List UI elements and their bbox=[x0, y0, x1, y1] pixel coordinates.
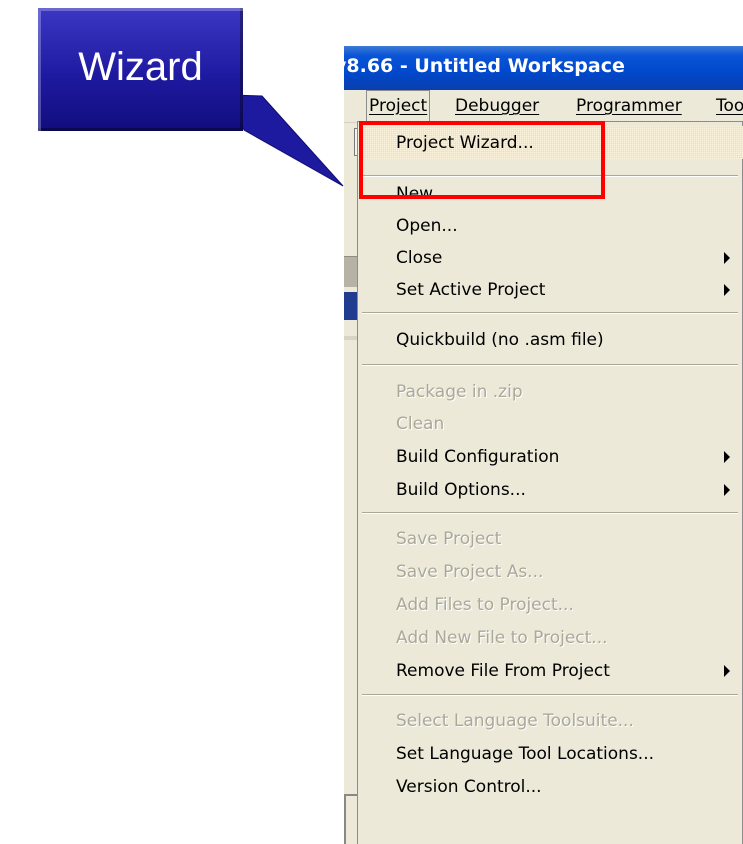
callout-text: Wizard bbox=[78, 45, 203, 89]
project-menu-dropdown: Project Wizard... New... Open... Close S… bbox=[357, 121, 743, 844]
background-divider bbox=[344, 336, 358, 340]
app-window: v8.66 - Untitled Workspace Project Debug… bbox=[344, 46, 743, 844]
menu-item-close[interactable]: Close bbox=[358, 241, 743, 274]
menu-item-label: Package in .zip bbox=[396, 381, 523, 402]
background-panel-edge bbox=[344, 256, 358, 287]
menu-item-open[interactable]: Open... bbox=[358, 209, 743, 242]
menu-item-set-language-tool-locations[interactable]: Set Language Tool Locations... bbox=[358, 737, 743, 770]
menu-item-set-active-project[interactable]: Set Active Project bbox=[358, 273, 743, 306]
menu-item-add-files-to-project[interactable]: Add Files to Project... bbox=[358, 588, 743, 621]
submenu-arrow-icon bbox=[724, 450, 730, 463]
menu-item-label: Quickbuild (no .asm file) bbox=[396, 329, 604, 350]
window-title: v8.66 - Untitled Workspace bbox=[344, 55, 625, 77]
menu-item-label: Open... bbox=[396, 215, 458, 236]
menu-item-label: Add New File to Project... bbox=[396, 627, 608, 648]
menu-item-label: New... bbox=[396, 183, 448, 204]
menu-item-add-new-file-to-project[interactable]: Add New File to Project... bbox=[358, 621, 743, 654]
wizard-callout: Wizard bbox=[38, 8, 243, 131]
menu-separator bbox=[362, 312, 738, 314]
menu-item-project-wizard[interactable]: Project Wizard... bbox=[358, 126, 743, 159]
submenu-arrow-icon bbox=[724, 251, 730, 264]
menu-separator bbox=[362, 364, 738, 366]
menu-item-quickbuild[interactable]: Quickbuild (no .asm file) bbox=[358, 323, 743, 356]
menu-item-label: Clean bbox=[396, 413, 445, 434]
menu-item-clean[interactable]: Clean bbox=[358, 407, 743, 440]
menu-item-build-configuration[interactable]: Build Configuration bbox=[358, 440, 743, 473]
menu-item-label: Version Control... bbox=[396, 776, 542, 797]
menu-debugger[interactable]: Debugger bbox=[455, 90, 539, 122]
menu-item-label: Close bbox=[396, 247, 443, 268]
menu-item-label: Set Language Tool Locations... bbox=[396, 743, 655, 764]
menu-item-label: Save Project bbox=[396, 528, 502, 549]
menu-item-remove-file-from-project[interactable]: Remove File From Project bbox=[358, 654, 743, 687]
submenu-arrow-icon bbox=[724, 283, 730, 296]
background-selection-edge bbox=[344, 292, 358, 320]
title-bar: v8.66 - Untitled Workspace bbox=[344, 46, 743, 91]
menu-tools[interactable]: Tools bbox=[716, 90, 743, 122]
menu-item-label: Remove File From Project bbox=[396, 660, 610, 681]
menu-separator bbox=[362, 694, 738, 696]
menu-project[interactable]: Project bbox=[366, 90, 431, 122]
menu-separator bbox=[362, 512, 738, 514]
menu-item-build-options[interactable]: Build Options... bbox=[358, 473, 743, 506]
submenu-arrow-icon bbox=[724, 664, 730, 677]
submenu-arrow-icon bbox=[724, 483, 730, 496]
menu-item-label: Build Configuration bbox=[396, 446, 560, 467]
menu-item-label: Build Options... bbox=[396, 479, 526, 500]
menu-item-label: Save Project As... bbox=[396, 561, 544, 582]
menu-item-save-project-as[interactable]: Save Project As... bbox=[358, 555, 743, 588]
menu-item-package-in-zip[interactable]: Package in .zip bbox=[358, 375, 743, 408]
menu-item-label: Add Files to Project... bbox=[396, 594, 574, 615]
menu-item-label: Set Active Project bbox=[396, 279, 546, 300]
menu-programmer[interactable]: Programmer bbox=[576, 90, 682, 122]
menu-item-new[interactable]: New... bbox=[358, 177, 743, 210]
menu-item-select-language-toolsuite[interactable]: Select Language Toolsuite... bbox=[358, 704, 743, 737]
menu-item-version-control[interactable]: Version Control... bbox=[358, 770, 743, 803]
menu-item-label: Project Wizard... bbox=[396, 132, 534, 153]
menu-bar: Project Debugger Programmer Tools bbox=[344, 90, 743, 123]
menu-item-label: Select Language Toolsuite... bbox=[396, 710, 634, 731]
menu-item-save-project[interactable]: Save Project bbox=[358, 522, 743, 555]
